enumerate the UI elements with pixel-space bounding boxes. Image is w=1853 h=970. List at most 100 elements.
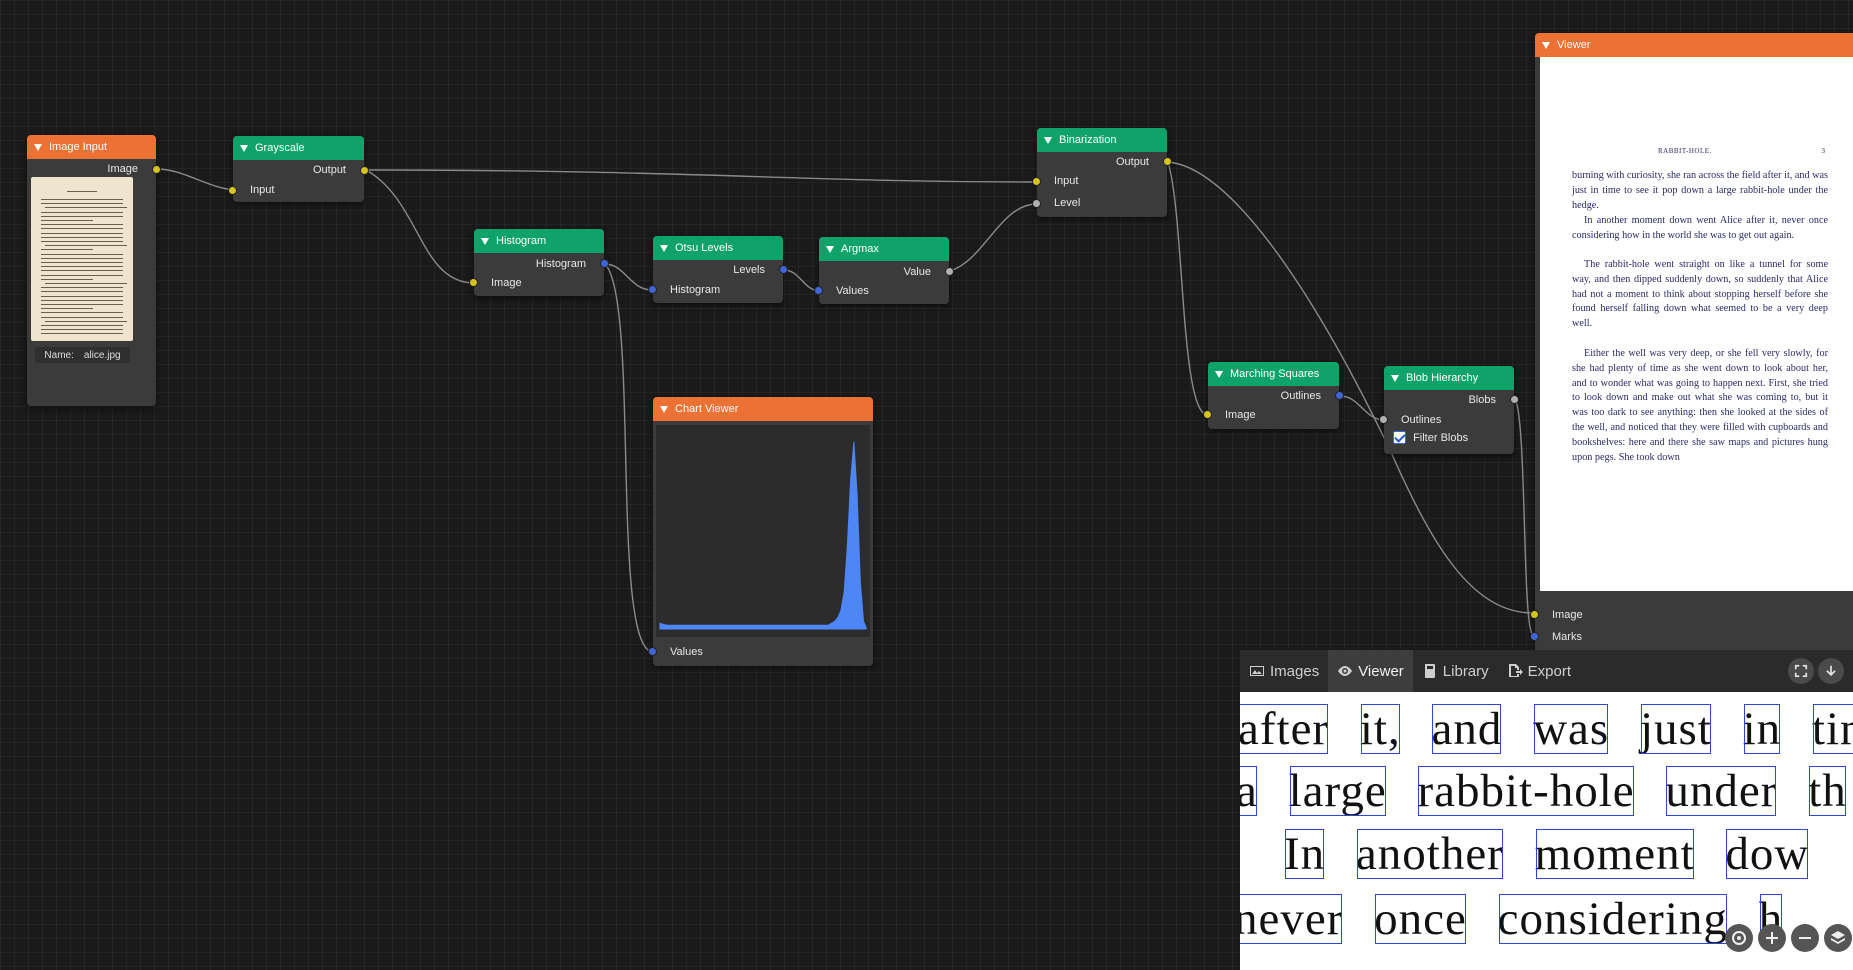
histogram-data-point: [837, 617, 839, 619]
zoom-out-button[interactable]: [1791, 924, 1819, 952]
node-header[interactable]: Histogram: [474, 229, 604, 253]
thumbnail-text-line: [41, 266, 123, 268]
node-viewer[interactable]: Viewer RABBIT-HOLE. 3 burning with curio…: [1530, 33, 1853, 650]
input-port-histogram[interactable]: [648, 285, 657, 294]
input-port-marks[interactable]: [1530, 632, 1539, 641]
zoom-word-box: In: [1284, 828, 1326, 880]
histogram-data-point: [820, 624, 823, 626]
output-port-histogram[interactable]: [600, 259, 609, 268]
output-port-output[interactable]: [360, 166, 369, 175]
node-binarization[interactable]: Binarization Output Input Level: [1032, 128, 1172, 217]
output-port-image[interactable]: [152, 165, 161, 174]
port-label-image: Image: [1225, 409, 1256, 421]
input-port-image[interactable]: [1530, 610, 1539, 619]
port-label-image: Image: [491, 277, 522, 289]
port-label-input: Input: [1054, 175, 1079, 187]
wire-grayscale-to-histogram: [365, 169, 475, 284]
collapse-triangle-icon[interactable]: [240, 144, 248, 152]
input-port-values[interactable]: [648, 647, 657, 656]
zoom-word-box: large: [1288, 765, 1387, 817]
wire-argmax-to-binarization: [949, 203, 1038, 272]
document-paragraph: Either the well was very deep, or she fe…: [1572, 348, 1828, 463]
node-header[interactable]: Binarization: [1037, 128, 1167, 152]
node-title: Otsu Levels: [675, 242, 734, 254]
node-header[interactable]: Blob Hierarchy: [1384, 366, 1514, 390]
tab-export[interactable]: Export: [1498, 650, 1580, 692]
collapse-triangle-icon[interactable]: [1391, 374, 1399, 382]
port-label-histogram: Histogram: [670, 284, 721, 296]
input-port-level[interactable]: [1032, 199, 1041, 208]
output-port-outlines[interactable]: [1335, 391, 1344, 400]
input-port-image[interactable]: [469, 278, 478, 287]
node-argmax[interactable]: Argmax Value Values: [814, 237, 954, 304]
thumbnail-text-line: [41, 253, 123, 255]
filter-blobs-checkbox[interactable]: [1393, 430, 1406, 444]
fullscreen-button[interactable]: [1788, 658, 1814, 684]
output-port-blobs[interactable]: [1510, 395, 1519, 404]
histogram-data-point: [830, 622, 832, 624]
tab-viewer[interactable]: Viewer: [1328, 650, 1413, 692]
node-title: Binarization: [1059, 134, 1117, 146]
thumbnail-text-line: [41, 329, 123, 331]
tab-library[interactable]: Library: [1413, 650, 1498, 692]
node-header[interactable]: Argmax: [819, 237, 949, 261]
wire-image-to-grayscale: [156, 168, 239, 191]
node-grayscale[interactable]: Grayscale Output Input: [228, 136, 369, 202]
port-label-values: Values: [670, 646, 703, 658]
tab-images[interactable]: Images: [1240, 650, 1328, 692]
output-port-output[interactable]: [1163, 157, 1172, 166]
histogram-data-point: [717, 624, 719, 626]
recenter-button[interactable]: [1725, 924, 1753, 952]
output-port-value[interactable]: [945, 267, 954, 276]
input-port-input[interactable]: [228, 186, 237, 195]
node-blob-hierarchy[interactable]: Blob Hierarchy Blobs Outlines Filter Blo…: [1379, 366, 1519, 454]
filter-blobs-label: Filter Blobs: [1413, 432, 1469, 444]
output-port-levels[interactable]: [779, 265, 788, 274]
zoom-word-box: after: [1240, 703, 1330, 755]
image-icon: [1250, 666, 1264, 676]
port-label-output: Output: [1115, 156, 1149, 168]
node-chart-viewer[interactable]: Chart Viewer Values: [648, 397, 873, 666]
node-header[interactable]: Viewer: [1535, 33, 1853, 57]
name-field[interactable]: Name: alice.jpg: [35, 347, 130, 363]
node-marching-squares[interactable]: Marching Squares Outlines Image: [1203, 362, 1344, 429]
node-header[interactable]: Marching Squares: [1208, 362, 1339, 386]
collapse-triangle-icon[interactable]: [481, 237, 489, 245]
collapse-triangle-icon[interactable]: [826, 245, 834, 253]
port-label-input: Input: [250, 184, 275, 196]
node-editor-canvas[interactable]: Image Input Image Name: alice.jpg Graysc…: [0, 0, 1853, 970]
input-port-values[interactable]: [814, 286, 823, 295]
collapse-triangle-icon[interactable]: [1215, 370, 1223, 378]
wire-marching-to-blob: [1339, 395, 1386, 421]
histogram-data-point: [762, 624, 765, 626]
collapse-triangle-icon[interactable]: [660, 405, 668, 413]
node-histogram[interactable]: Histogram Histogram Image: [469, 229, 609, 296]
node-header[interactable]: Grayscale: [233, 136, 364, 160]
input-port-outlines[interactable]: [1379, 415, 1388, 424]
histogram-data-point: [846, 544, 849, 546]
node-header[interactable]: Image Input: [27, 135, 156, 159]
zoom-word-box: was: [1533, 703, 1610, 755]
thumbnail-text-line: [41, 203, 123, 205]
zoomed-binarized-view[interactable]: after it, and was just in tim a large ra…: [1240, 692, 1853, 970]
thumbnail-text-line: [41, 224, 123, 226]
zoom-word-box: th: [1808, 765, 1847, 817]
filter-blobs-control[interactable]: Filter Blobs: [1393, 430, 1468, 446]
node-header[interactable]: Otsu Levels: [653, 236, 783, 260]
node-header[interactable]: Chart Viewer: [653, 397, 873, 421]
collapse-triangle-icon[interactable]: [34, 143, 42, 151]
chart-plot-area: [656, 425, 870, 637]
zoom-in-button[interactable]: [1758, 924, 1786, 952]
collapse-triangle-icon[interactable]: [1542, 41, 1550, 49]
input-port-image[interactable]: [1203, 410, 1212, 419]
port-label-value: Value: [903, 266, 931, 278]
layers-button[interactable]: [1824, 924, 1852, 952]
node-image-input[interactable]: Image Input Image Name: alice.jpg: [27, 135, 161, 406]
port-label-image: Image: [1552, 609, 1583, 621]
collapse-triangle-icon[interactable]: [660, 244, 668, 252]
histogram-data-point: [862, 620, 865, 623]
collapse-triangle-icon[interactable]: [1044, 136, 1052, 144]
node-otsu-levels[interactable]: Otsu Levels Levels Histogram: [648, 236, 788, 303]
download-button[interactable]: [1818, 658, 1844, 684]
input-port-input[interactable]: [1032, 177, 1041, 186]
